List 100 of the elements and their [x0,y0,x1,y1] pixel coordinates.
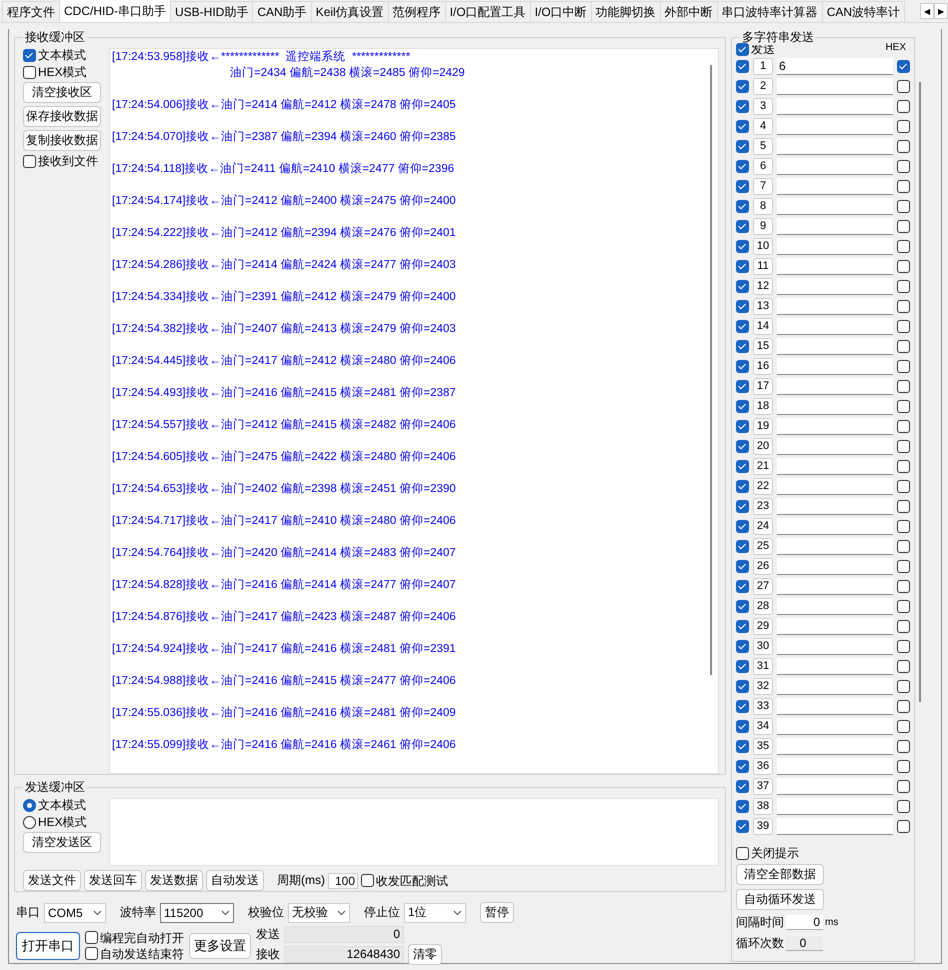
hex-checkbox[interactable] [897,460,910,472]
send-row-button[interactable]: 34 [753,718,773,734]
send-row-button[interactable]: 20 [753,438,773,454]
send-text-field[interactable] [109,798,719,866]
string-field[interactable] [777,318,893,334]
checkbox[interactable] [736,140,749,152]
hex-checkbox[interactable] [897,60,910,72]
dropdown[interactable]: 1位 [404,902,466,922]
hex-checkbox[interactable] [897,360,910,372]
button[interactable]: 保存接收数据 [23,106,101,127]
checkbox[interactable] [736,240,749,252]
checkbox[interactable]: 收发匹配测试 [361,874,448,888]
checkbox[interactable] [736,660,749,672]
checkbox[interactable] [736,680,749,692]
checkbox[interactable] [736,120,749,132]
hex-checkbox[interactable] [897,80,910,92]
button[interactable]: 自动循环发送 [736,889,824,910]
send-row-button[interactable]: 18 [753,398,773,414]
checkbox[interactable] [736,460,749,472]
hex-checkbox[interactable] [897,400,910,412]
send-row-button[interactable]: 35 [753,738,773,754]
send-row-button[interactable]: 11 [753,258,773,274]
send-row-button[interactable]: 37 [753,778,773,794]
hex-checkbox[interactable] [897,320,910,332]
radio-button[interactable]: 文本模式 [23,798,103,812]
send-row-button[interactable]: 17 [753,378,773,394]
checkbox[interactable] [736,560,749,572]
hex-checkbox[interactable] [897,380,910,392]
send-row-button[interactable]: 13 [753,298,773,314]
hex-checkbox[interactable] [897,220,910,232]
string-field[interactable] [777,118,893,134]
hex-checkbox[interactable] [897,660,910,672]
button[interactable]: 暂停 [480,902,514,923]
checkbox[interactable] [736,340,749,352]
dropdown[interactable]: COM5 [44,902,106,922]
send-row-button[interactable]: 15 [753,338,773,354]
send-row-button[interactable]: 27 [753,578,773,594]
checkbox[interactable] [736,420,749,432]
hex-checkbox[interactable] [897,440,910,452]
send-row-button[interactable]: 8 [753,198,773,214]
send-row-button[interactable]: 4 [753,118,773,134]
send-row-button[interactable]: 31 [753,658,773,674]
hex-checkbox[interactable] [897,600,910,612]
string-field[interactable] [777,398,893,414]
string-field[interactable] [777,358,893,374]
checkbox[interactable] [736,440,749,452]
hex-checkbox[interactable] [897,540,910,552]
button[interactable]: 更多设置 [189,932,251,958]
send-row-button[interactable]: 10 [753,238,773,254]
dropdown[interactable]: 115200 [160,902,234,922]
checkbox[interactable] [736,480,749,492]
checkbox[interactable]: 接收到文件 [23,154,103,168]
send-row-button[interactable]: 36 [753,758,773,774]
checkbox[interactable] [736,360,749,372]
hex-checkbox[interactable] [897,580,910,592]
string-field[interactable] [777,778,893,794]
hex-checkbox[interactable] [897,720,910,732]
string-field[interactable] [777,578,893,594]
hex-checkbox[interactable] [897,100,910,112]
string-field[interactable] [777,78,893,94]
hex-checkbox[interactable] [897,560,910,572]
string-field[interactable] [777,538,893,554]
string-field[interactable] [777,618,893,634]
checkbox[interactable] [736,220,749,232]
hex-checkbox[interactable] [897,780,910,792]
tab[interactable]: 程序文件 [2,1,60,22]
string-field[interactable] [777,518,893,534]
tab[interactable]: CDC/HID-串口助手 [59,0,171,22]
string-field[interactable] [777,338,893,354]
tab[interactable]: CAN波特率计 [822,1,906,22]
string-field[interactable] [777,498,893,514]
send-row-button[interactable]: 5 [753,138,773,154]
string-field[interactable] [777,478,893,494]
hex-checkbox[interactable] [897,160,910,172]
checkbox[interactable]: 文本模式 [23,48,103,62]
checkbox[interactable] [736,200,749,212]
send-row-button[interactable]: 26 [753,558,773,574]
checkbox[interactable] [736,260,749,272]
string-field[interactable] [777,158,893,174]
string-field[interactable] [777,638,893,654]
hex-checkbox[interactable] [897,760,910,772]
hex-checkbox[interactable] [897,620,910,632]
send-row-button[interactable]: 9 [753,218,773,234]
button[interactable]: 发送数据 [145,870,203,891]
string-field[interactable] [777,678,893,694]
checkbox[interactable]: 关闭提示 [736,846,799,860]
string-field[interactable] [777,438,893,454]
button[interactable]: 清空接收区 [23,82,101,103]
send-row-button[interactable]: 24 [753,518,773,534]
hex-checkbox[interactable] [897,800,910,812]
hex-checkbox[interactable] [897,120,910,132]
scrollbar[interactable] [919,82,921,702]
hex-checkbox[interactable] [897,740,910,752]
hex-checkbox[interactable] [897,640,910,652]
checkbox[interactable] [736,380,749,392]
checkbox[interactable] [736,280,749,292]
send-row-button[interactable]: 12 [753,278,773,294]
tab-scroll-button[interactable]: ◀ [920,3,934,19]
checkbox[interactable] [736,720,749,732]
hex-checkbox[interactable] [897,300,910,312]
